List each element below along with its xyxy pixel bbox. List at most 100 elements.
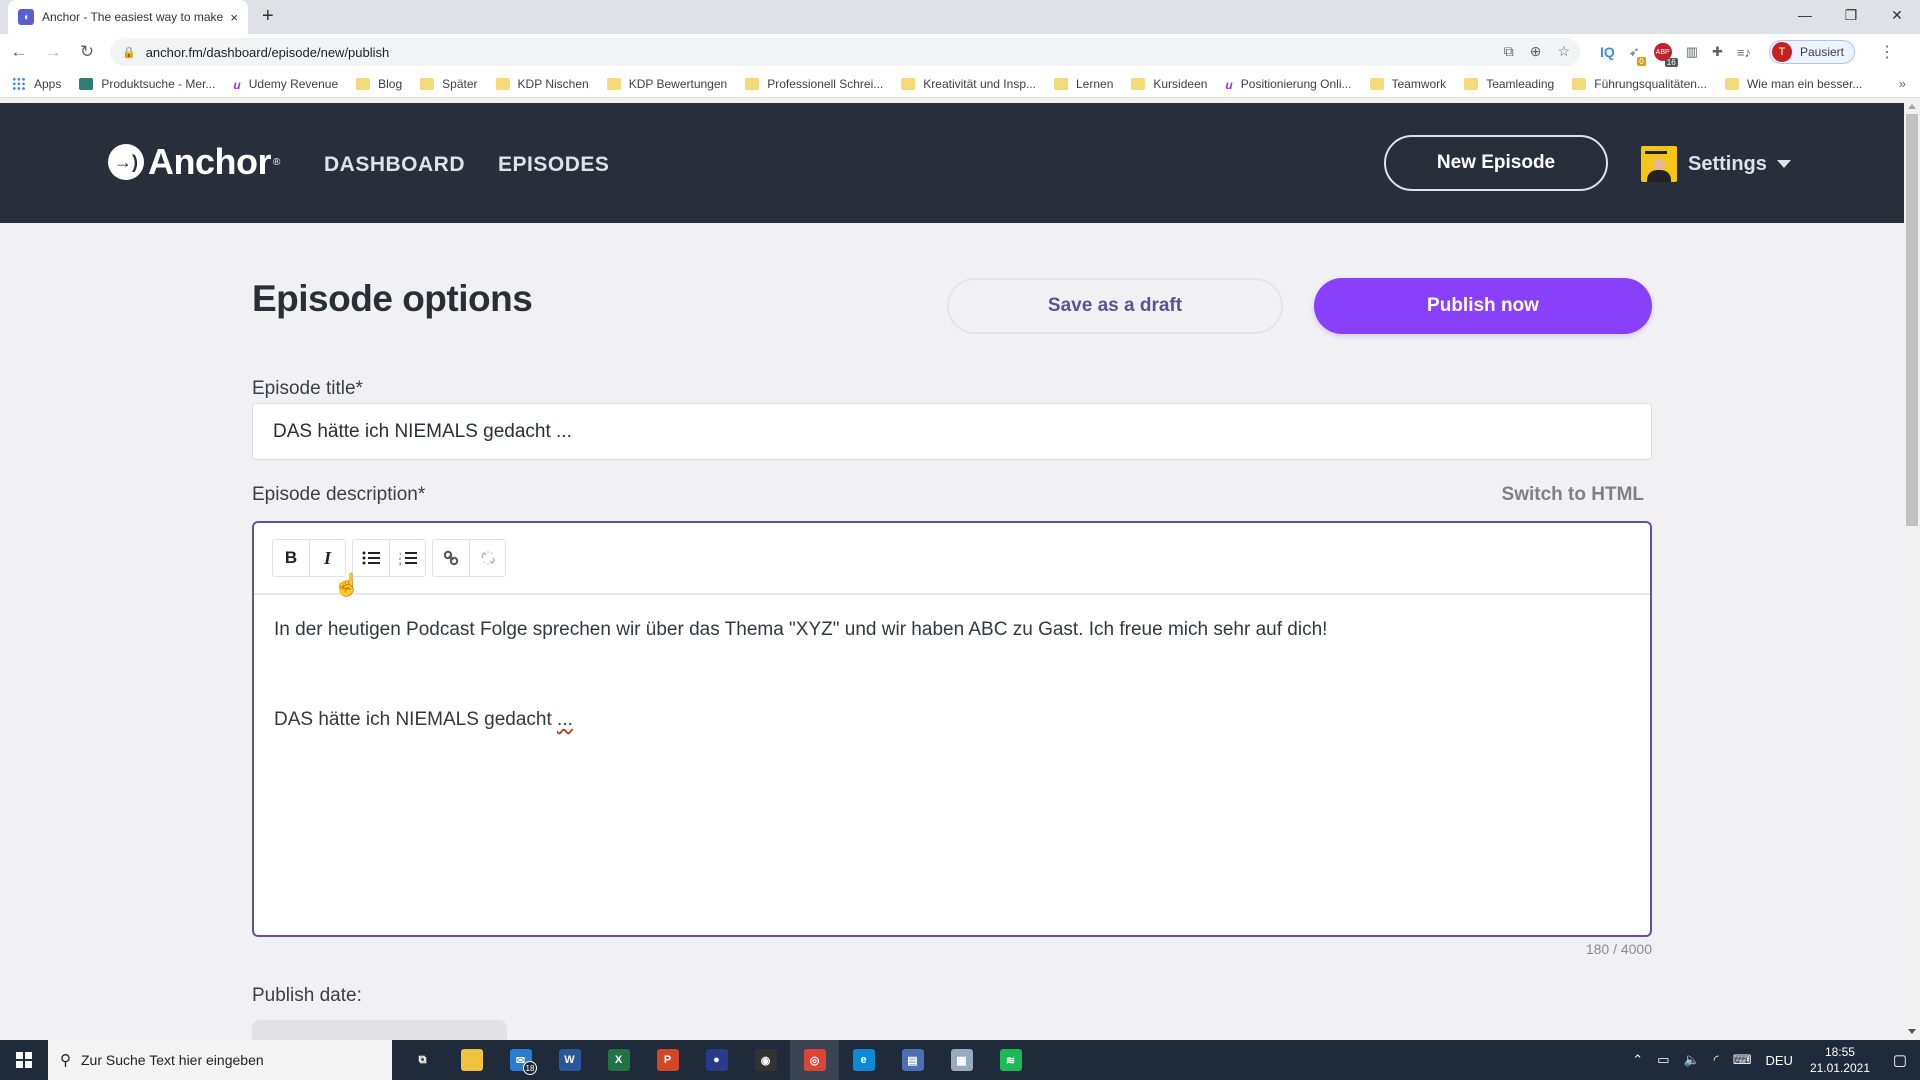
apps-icon	[12, 76, 26, 91]
anchor-favicon-icon: ◖	[18, 9, 34, 25]
bold-button[interactable]: B	[273, 540, 309, 576]
description-text-area[interactable]: In der heutigen Podcast Folge sprechen w…	[254, 595, 1650, 755]
bookmark-item[interactable]: Teamwork	[1369, 77, 1446, 91]
bookmark-label: Lernen	[1076, 76, 1114, 91]
page-scrollbar[interactable]	[1904, 98, 1920, 1040]
minimize-button[interactable]: —	[1782, 0, 1828, 30]
reload-icon[interactable]: ↻	[72, 37, 102, 67]
scroll-up-arrow-icon[interactable]	[1908, 104, 1916, 109]
episode-title-input[interactable]	[252, 403, 1652, 460]
bookmark-item[interactable]: Professionell Schrei...	[745, 77, 883, 91]
browser-menu-icon[interactable]: ⋮	[1879, 42, 1895, 62]
close-window-button[interactable]: ✕	[1874, 0, 1920, 30]
language-indicator[interactable]: DEU	[1765, 1053, 1792, 1068]
publish-date-picker[interactable]	[252, 1020, 507, 1040]
bookmark-item[interactable]: Produktsuche - Mer...	[79, 77, 215, 91]
keyboard-icon[interactable]: ⌨	[1733, 1052, 1752, 1068]
wifi-icon[interactable]: ◜	[1714, 1052, 1719, 1068]
hummingbird-extension-icon[interactable]: ➶ 0	[1629, 44, 1646, 66]
bookmark-item[interactable]: u Udemy Revenue	[233, 77, 338, 92]
taskbar-search[interactable]: ⚲ Zur Suche Text hier eingeben	[48, 1040, 392, 1080]
bookmark-item[interactable]: KDP Bewertungen	[606, 77, 727, 91]
bookmark-item[interactable]: Kreativität und Insp...	[901, 77, 1036, 91]
taskbar-app-obs[interactable]: ◉	[741, 1040, 790, 1080]
forward-arrow-icon[interactable]: →	[38, 37, 68, 67]
iq-extension-icon[interactable]: IQ	[1600, 44, 1615, 60]
media-controls-icon[interactable]: ≡♪	[1737, 45, 1751, 60]
anchor-logo[interactable]: →) Anchor ®	[108, 141, 280, 183]
edge-icon: e	[852, 1049, 875, 1071]
notifications-icon[interactable]: ▢	[1880, 1040, 1920, 1080]
bookmark-item[interactable]: Wie man ein besser...	[1724, 76, 1863, 91]
profile-button[interactable]: T Pausiert	[1768, 40, 1856, 64]
taskbar-app-excel[interactable]: X	[594, 1040, 643, 1080]
address-bar[interactable]: 🔒 anchor.fm/dashboard/episode/new/publis…	[110, 38, 1580, 66]
translate-icon[interactable]: ⧉	[1504, 43, 1514, 60]
bookmark-item[interactable]: u Positionierung Onli...	[1225, 77, 1351, 92]
publish-now-button[interactable]: Publish now	[1314, 278, 1652, 334]
new-episode-button[interactable]: New Episode	[1384, 135, 1608, 191]
bookmark-item[interactable]: Blog	[356, 77, 402, 91]
taskbar-app-chrome[interactable]: ◎	[790, 1040, 839, 1080]
nav-episodes[interactable]: EPISODES	[498, 153, 609, 177]
taskbar-app-word[interactable]: W	[545, 1040, 594, 1080]
description-editor: B I 123 In der heutigen Podcast Folge sp…	[252, 521, 1652, 937]
back-arrow-icon[interactable]: ←	[4, 37, 34, 67]
link-icon[interactable]	[433, 540, 469, 576]
bookmark-item[interactable]: Führungsqualitäten...	[1572, 77, 1707, 91]
scroll-down-arrow-icon[interactable]	[1908, 1029, 1916, 1034]
spotify-icon: ≋	[999, 1049, 1022, 1071]
lock-icon: 🔒	[122, 46, 136, 59]
switch-to-html-link[interactable]: Switch to HTML	[1502, 484, 1644, 506]
taskbar-app-mail[interactable]: ✉ 18	[496, 1040, 545, 1080]
folder-icon	[420, 77, 435, 90]
bookmark-item[interactable]: KDP Nischen	[495, 77, 589, 91]
settings-menu[interactable]: Settings	[1641, 146, 1791, 182]
episode-description-label: Episode description*	[252, 484, 426, 505]
bookmarks-bar: Apps Produktsuche - Mer... u Udemy Revenue B…	[0, 70, 1920, 98]
bar-chart-extension-icon[interactable]: ▥	[1686, 44, 1698, 60]
volume-icon[interactable]: 🔈	[1683, 1052, 1699, 1068]
start-button[interactable]	[0, 1040, 48, 1080]
url-text[interactable]: anchor.fm/dashboard/episode/new/publish	[146, 45, 390, 60]
italic-button[interactable]: I	[309, 540, 345, 576]
save-draft-button[interactable]: Save as a draft	[947, 278, 1283, 334]
clock[interactable]: 18:55 21.01.2021	[1810, 1044, 1870, 1076]
restore-button[interactable]: ❐	[1828, 0, 1874, 30]
browser-tab[interactable]: ◖ Anchor - The easiest way to make ×	[8, 0, 248, 34]
unlink-icon[interactable]	[469, 540, 505, 576]
bookmark-item[interactable]: Später	[420, 77, 478, 91]
taskbar-app-powerpoint[interactable]: P	[643, 1040, 692, 1080]
taskbar-app-task-view[interactable]: ⧉	[398, 1040, 447, 1080]
task-view-icon: ⧉	[418, 1053, 427, 1066]
bookmark-label: Wie man ein besser...	[1746, 76, 1863, 91]
adblock-extension-icon[interactable]: ABP 16	[1653, 43, 1678, 67]
taskbar-app-spotify[interactable]: ≋	[986, 1040, 1035, 1080]
taskbar-app-app-orange[interactable]: ●	[692, 1040, 741, 1080]
new-tab-button[interactable]: +	[262, 6, 274, 26]
bullet-list-icon[interactable]	[353, 540, 389, 576]
nav-dashboard[interactable]: DASHBOARD	[324, 153, 465, 177]
puzzle-extensions-icon[interactable]: ✚	[1712, 44, 1723, 60]
extension-badge: 16	[1664, 58, 1678, 67]
system-tray: ⌃ ▭ 🔈 ◜ ⌨ DEU 18:55 21.01.2021 ▢	[1625, 1040, 1920, 1080]
scroll-thumb[interactable]	[1906, 114, 1918, 526]
pinned-apps: ⧉ ✉ 18 W X P ● ◉ ◎ e ▤ ▦ ≋	[398, 1040, 1035, 1080]
camera-icon[interactable]: ▭	[1657, 1052, 1669, 1068]
taskbar-app-edge[interactable]: e	[839, 1040, 888, 1080]
bookmark-item[interactable]: Lernen	[1054, 77, 1113, 91]
taskbar-app-app-doc[interactable]: ▤	[888, 1040, 937, 1080]
bookmark-label: Kreativität und Insp...	[923, 76, 1036, 91]
bookmark-star-icon[interactable]: ☆	[1557, 43, 1570, 60]
bookmark-item[interactable]: Apps	[12, 76, 61, 91]
more-bookmarks-icon[interactable]: »	[1899, 76, 1906, 91]
numbered-list-icon[interactable]: 123	[389, 540, 425, 576]
taskbar-app-notepad[interactable]: ▦	[937, 1040, 986, 1080]
bookmark-item[interactable]: Kursideen	[1131, 77, 1207, 91]
taskbar-app-file-explorer[interactable]	[447, 1040, 496, 1080]
profile-status: Pausiert	[1799, 45, 1845, 59]
bookmark-item[interactable]: Teamleading	[1464, 77, 1554, 91]
zoom-icon[interactable]: ⊕	[1530, 43, 1542, 60]
close-tab-icon[interactable]: ×	[230, 10, 238, 25]
tray-overflow-icon[interactable]: ⌃	[1632, 1052, 1643, 1068]
